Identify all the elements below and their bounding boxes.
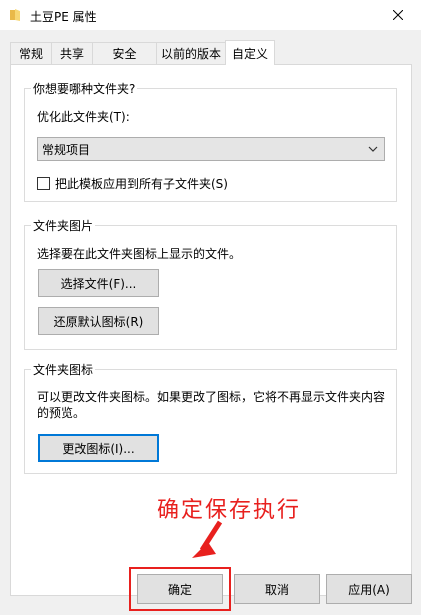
apply-subfolders-label: 把此模板应用到所有子文件夹(S) (55, 177, 228, 191)
cancel-button[interactable]: 取消 (234, 574, 320, 604)
button-label: 还原默认图标(R) (53, 314, 144, 329)
group-label: 文件夹图标 (31, 361, 96, 378)
tab-label: 共享 (59, 47, 84, 61)
picture-description: 选择要在此文件夹图标上显示的文件。 (37, 247, 242, 261)
window-title: 土豆PE 属性 (30, 10, 97, 24)
tab-sharing[interactable]: 共享 (51, 42, 93, 64)
apply-subfolders-checkbox[interactable] (37, 177, 50, 190)
chevron-down-icon (368, 146, 378, 152)
button-label: 更改图标(I)... (62, 441, 135, 456)
tab-previous-versions[interactable]: 以前的版本 (156, 42, 226, 64)
tab-label: 安全 (112, 47, 137, 61)
close-icon (393, 10, 403, 20)
title-bar: 土豆PE 属性 (0, 0, 421, 30)
tab-security[interactable]: 安全 (92, 42, 157, 64)
tab-general[interactable]: 常规 (10, 42, 52, 64)
tab-label: 自定义 (231, 46, 268, 61)
choose-file-button[interactable]: 选择文件(F)... (38, 269, 159, 297)
icon-description-line1: 可以更改文件夹图标。如果更改了图标，它将不再显示文件夹内容 (37, 390, 386, 404)
optimize-selected: 常规项目 (42, 142, 91, 157)
ok-highlight-box (129, 567, 231, 611)
group-label: 文件夹图片 (31, 217, 96, 234)
button-label: 选择文件(F)... (60, 276, 137, 291)
apply-button[interactable]: 应用(A) (326, 574, 412, 604)
close-button[interactable] (375, 0, 421, 30)
annotation-arrow-icon (192, 520, 223, 558)
icon-description-line2: 的预览。 (37, 406, 86, 420)
apply-subfolders-row[interactable]: 把此模板应用到所有子文件夹(S) (37, 175, 228, 192)
tab-label: 常规 (18, 47, 43, 61)
tab-label: 以前的版本 (160, 47, 221, 61)
group-label: 你想要哪种文件夹? (31, 80, 138, 97)
change-icon-button[interactable]: 更改图标(I)... (38, 434, 159, 462)
restore-default-button[interactable]: 还原默认图标(R) (38, 307, 159, 335)
tab-customize[interactable]: 自定义 (225, 40, 275, 65)
optimize-label: 优化此文件夹(T): (37, 110, 130, 124)
optimize-select[interactable]: 常规项目 (37, 137, 385, 161)
folder-icon (10, 9, 20, 21)
button-label: 应用(A) (348, 582, 390, 597)
button-label: 取消 (264, 582, 289, 597)
